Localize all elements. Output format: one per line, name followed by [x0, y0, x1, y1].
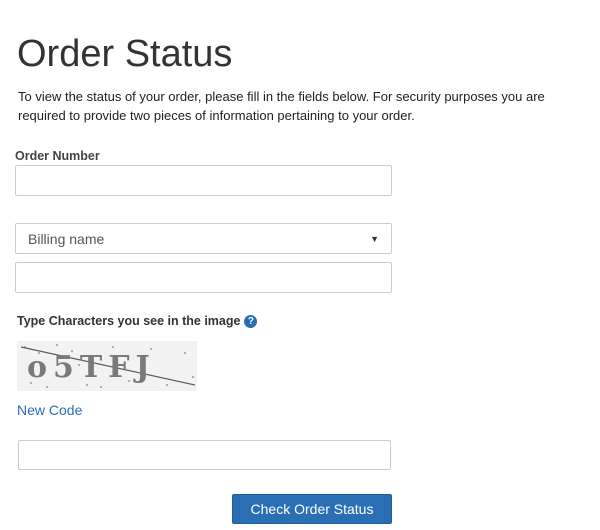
identifier-select[interactable]: Billing name ▼ — [15, 223, 392, 254]
order-status-page: Order Status To view the status of your … — [0, 0, 600, 530]
page-title: Order Status — [17, 33, 233, 75]
captcha-image: o5TFJ — [17, 341, 197, 391]
order-number-input[interactable] — [15, 165, 392, 196]
intro-text: To view the status of your order, please… — [18, 89, 545, 123]
identifier-select-value: Billing name — [28, 230, 105, 247]
captcha-input[interactable] — [18, 440, 391, 470]
check-order-status-button[interactable]: Check Order Status — [232, 494, 392, 524]
new-code-link[interactable]: New Code — [17, 402, 82, 418]
captcha-text: o5TFJ — [27, 350, 156, 385]
triangle-down-icon: ▼ — [370, 233, 379, 244]
order-number-label: Order Number — [15, 149, 100, 163]
billing-name-input[interactable] — [15, 262, 392, 293]
question-circle-icon[interactable]: ? — [244, 314, 258, 328]
captcha-label: Type Characters you see in the image — [17, 314, 241, 328]
captcha-label-row: Type Characters you see in the image ? — [17, 314, 258, 328]
